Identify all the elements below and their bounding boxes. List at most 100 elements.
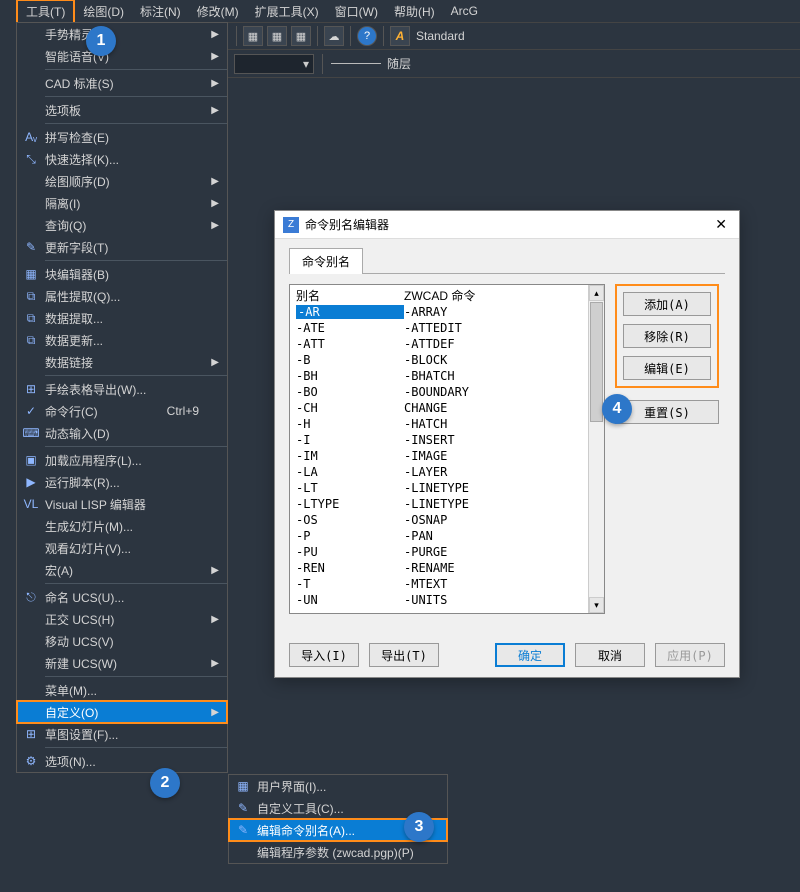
edit-button[interactable]: 编辑(E): [623, 356, 711, 380]
menu-item[interactable]: ✎更新字段(T): [17, 236, 227, 258]
menu-item[interactable]: ⧉数据更新...: [17, 329, 227, 351]
import-button[interactable]: 导入(I): [289, 643, 359, 667]
menu-tools[interactable]: 工具(T): [16, 0, 75, 24]
menu-item[interactable]: CAD 标准(S)▶: [17, 72, 227, 94]
alias-row[interactable]: -T-MTEXT: [296, 576, 598, 592]
tool-icon-2[interactable]: ▦: [267, 26, 287, 46]
alias-name: -BO: [296, 385, 404, 399]
menu-item[interactable]: 观看幻灯片(V)...: [17, 537, 227, 559]
tab-alias[interactable]: 命令别名: [289, 248, 363, 274]
scroll-down-icon[interactable]: ▾: [589, 597, 604, 613]
ok-button[interactable]: 确定: [495, 643, 565, 667]
menu-item[interactable]: ▣加载应用程序(L)...: [17, 449, 227, 471]
menu-separator: [45, 676, 227, 677]
alias-name: -UN: [296, 593, 404, 607]
menu-item[interactable]: VLVisual LISP 编辑器: [17, 493, 227, 515]
toolbar-sep: [350, 26, 351, 46]
alias-row[interactable]: -B-BLOCK: [296, 352, 598, 368]
menu-item[interactable]: 查询(Q)▶: [17, 214, 227, 236]
menu-item-label: 数据链接: [45, 354, 227, 371]
menu-item[interactable]: ▦块编辑器(B): [17, 263, 227, 285]
alias-row[interactable]: -AR-ARRAY: [296, 304, 598, 320]
alias-row[interactable]: -LT-LINETYPE: [296, 480, 598, 496]
menu-item[interactable]: ⊞草图设置(F)...: [17, 723, 227, 745]
menu-item-label: 生成幻灯片(M)...: [45, 518, 227, 535]
menu-item[interactable]: 宏(A)▶: [17, 559, 227, 581]
menu-item[interactable]: 绘图顺序(D)▶: [17, 170, 227, 192]
alias-row[interactable]: -PU-PURGE: [296, 544, 598, 560]
alias-row[interactable]: -CHCHANGE: [296, 400, 598, 416]
menu-item[interactable]: ⧉数据提取...: [17, 307, 227, 329]
menu-item[interactable]: 新建 UCS(W)▶: [17, 652, 227, 674]
alias-name: -AR: [296, 305, 404, 319]
remove-button[interactable]: 移除(R): [623, 324, 711, 348]
cancel-button[interactable]: 取消: [575, 643, 645, 667]
menu-item[interactable]: 数据链接▶: [17, 351, 227, 373]
submenu-item-icon: ✎: [229, 801, 257, 815]
tool-icon-cloud[interactable]: ☁: [324, 26, 344, 46]
menu-item[interactable]: 隔离(I)▶: [17, 192, 227, 214]
menu-item[interactable]: 智能语音(V)▶: [17, 45, 227, 67]
alias-row[interactable]: -LA-LAYER: [296, 464, 598, 480]
menu-item[interactable]: 选项板▶: [17, 99, 227, 121]
menu-item[interactable]: 菜单(M)...: [17, 679, 227, 701]
text-style-icon[interactable]: A: [390, 26, 410, 46]
menu-item-icon: ⧉: [17, 289, 45, 304]
submenu-item[interactable]: 编辑程序参数 (zwcad.pgp)(P): [229, 841, 447, 863]
menu-item[interactable]: ⚙选项(N)...: [17, 750, 227, 772]
alias-row[interactable]: -I-INSERT: [296, 432, 598, 448]
menu-arc[interactable]: ArcG: [443, 2, 486, 20]
alias-row[interactable]: -BO-BOUNDARY: [296, 384, 598, 400]
prop-dropdown[interactable]: ▾: [234, 54, 314, 74]
menu-item[interactable]: 自定义(O)▶: [17, 701, 227, 723]
scrollbar[interactable]: ▴ ▾: [588, 285, 604, 613]
menu-item[interactable]: 手势精灵▶: [17, 23, 227, 45]
tab-row: 命令别名: [289, 247, 725, 274]
menu-item[interactable]: 生成幻灯片(M)...: [17, 515, 227, 537]
help-icon[interactable]: ?: [357, 26, 377, 46]
apply-button[interactable]: 应用(P): [655, 643, 725, 667]
menu-dim[interactable]: 标注(N): [132, 1, 189, 22]
alias-row[interactable]: -LTYPE-LINETYPE: [296, 496, 598, 512]
menu-help[interactable]: 帮助(H): [386, 1, 443, 22]
menu-item[interactable]: ✓命令行(C)Ctrl+9: [17, 400, 227, 422]
menu-item[interactable]: Aᵥ拼写检查(E): [17, 126, 227, 148]
menu-item[interactable]: ⊞手绘表格导出(W)...: [17, 378, 227, 400]
menu-item-icon: ⌨: [17, 426, 45, 440]
menu-item[interactable]: ⎋命名 UCS(U)...: [17, 586, 227, 608]
layer-label[interactable]: 随层: [387, 55, 411, 72]
menu-ext[interactable]: 扩展工具(X): [247, 1, 327, 22]
scroll-thumb[interactable]: [590, 302, 603, 422]
add-button[interactable]: 添加(A): [623, 292, 711, 316]
menu-item[interactable]: ⤡快速选择(K)...: [17, 148, 227, 170]
text-style-label[interactable]: Standard: [416, 29, 465, 43]
close-icon[interactable]: ✕: [711, 216, 731, 233]
alias-row[interactable]: -BH-BHATCH: [296, 368, 598, 384]
alias-command: -MTEXT: [404, 577, 598, 591]
menu-modify[interactable]: 修改(M): [189, 1, 247, 22]
menu-item[interactable]: ⧉属性提取(Q)...: [17, 285, 227, 307]
menu-item[interactable]: ▶运行脚本(R)...: [17, 471, 227, 493]
menu-item[interactable]: 移动 UCS(V): [17, 630, 227, 652]
scroll-up-icon[interactable]: ▴: [589, 285, 604, 301]
alias-command: -BLOCK: [404, 353, 598, 367]
menu-item[interactable]: ⌨动态输入(D): [17, 422, 227, 444]
alias-row[interactable]: -H-HATCH: [296, 416, 598, 432]
alias-row[interactable]: -ATT-ATTDEF: [296, 336, 598, 352]
submenu-item[interactable]: ▦用户界面(I)...: [229, 775, 447, 797]
alias-row[interactable]: -REN-RENAME: [296, 560, 598, 576]
export-button[interactable]: 导出(T): [369, 643, 439, 667]
alias-row[interactable]: -IM-IMAGE: [296, 448, 598, 464]
menu-separator: [45, 747, 227, 748]
alias-row[interactable]: -UN-UNITS: [296, 592, 598, 608]
menu-draw[interactable]: 绘图(D): [75, 1, 132, 22]
menu-item[interactable]: 正交 UCS(H)▶: [17, 608, 227, 630]
menu-item-icon: ⧉: [17, 333, 45, 348]
alias-row[interactable]: -OS-OSNAP: [296, 512, 598, 528]
tool-icon-1[interactable]: ▦: [243, 26, 263, 46]
alias-listbox[interactable]: 别名 ZWCAD 命令 -AR-ARRAY-ATE-ATTEDIT-ATT-AT…: [289, 284, 605, 614]
tool-icon-3[interactable]: ▦: [291, 26, 311, 46]
menu-window[interactable]: 窗口(W): [327, 1, 386, 22]
alias-row[interactable]: -ATE-ATTEDIT: [296, 320, 598, 336]
alias-row[interactable]: -P-PAN: [296, 528, 598, 544]
